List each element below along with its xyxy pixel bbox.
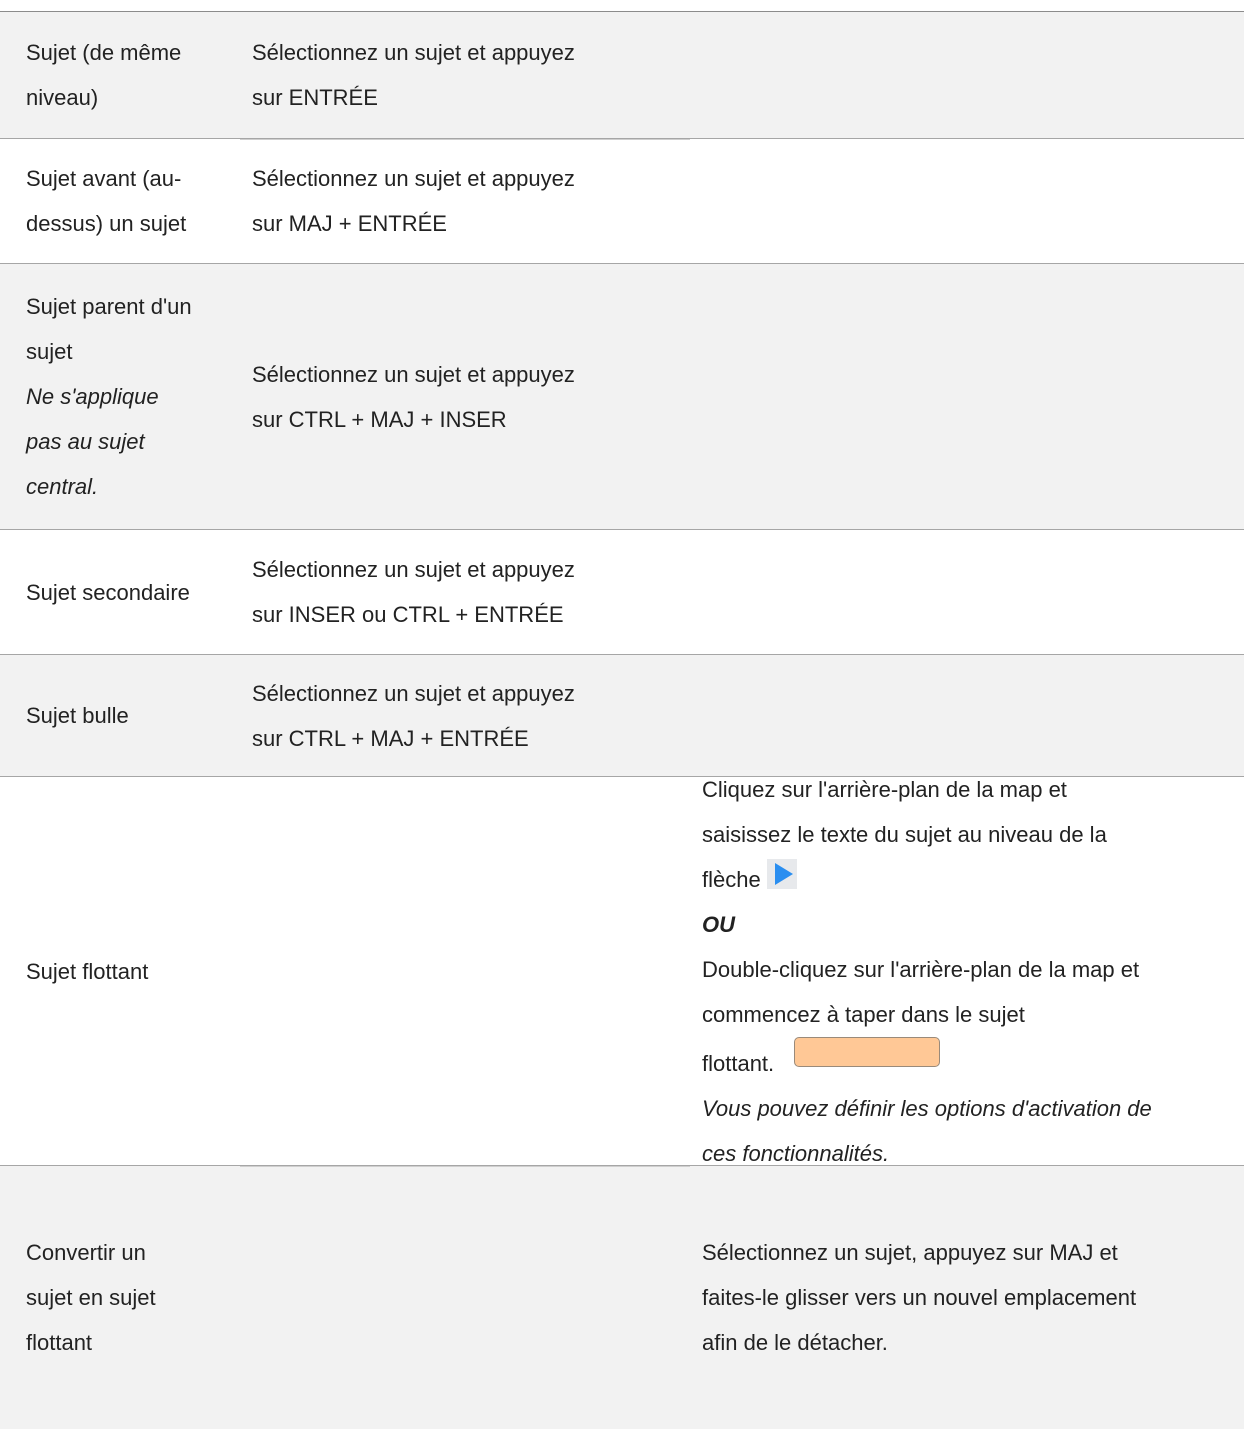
topic-type-line: Sujet flottant [26, 958, 149, 984]
topic-type-line: flottant [26, 1330, 93, 1355]
method-line: afin de le détacher. [702, 1330, 888, 1355]
method-line: Sélectionnez un sujet et appuyez [252, 557, 575, 582]
method-line: Double-cliquez sur l'arrière-plan de la … [702, 956, 1140, 982]
topic-type-cell: Sujet (de même niveau) [26, 12, 231, 138]
method-note-line: Vous pouvez définir les options d'activa… [702, 1095, 1152, 1121]
method-line: Sélectionnez un sujet et appuyez [252, 166, 575, 191]
topic-type-line: Sujet secondaire [26, 579, 190, 605]
method-cell: Sélectionnez un sujet, appuyez sur MAJ e… [702, 1166, 1244, 1429]
topic-type-line: dessus) un sujet [26, 211, 187, 236]
method-cell: Sélectionnez un sujet et appuyez sur ENT… [252, 12, 682, 138]
table-row: Sujet avant (au- dessus) un sujet Sélect… [0, 139, 1244, 264]
method-line: sur CTRL + MAJ + ENTRÉE [252, 725, 529, 751]
method-line: sur MAJ + ENTRÉE [252, 211, 447, 236]
table-row: Sujet parent d'un sujet Ne s'applique pa… [0, 264, 1244, 530]
table-row: Sujet secondaire Sélectionnez un sujet e… [0, 530, 1244, 655]
floating-topic-icon [794, 1036, 941, 1067]
topic-type-line: sujet en sujet [26, 1285, 156, 1310]
method-line-with-icon: flèche [702, 857, 1244, 902]
table-row: Sujet bulle Sélectionnez un sujet et app… [0, 655, 1244, 777]
method-cell: Sélectionnez un sujet et appuyez sur INS… [252, 530, 682, 654]
or-separator: OU [702, 911, 735, 937]
topic-type-line: Sujet bulle [26, 703, 129, 728]
method-cell: Sélectionnez un sujet et appuyez sur MAJ… [252, 139, 682, 263]
method-line: sur CTRL + MAJ + INSER [252, 406, 507, 432]
method-cell: Cliquez sur l'arrière-plan de la map et … [702, 777, 1244, 1166]
topic-type-line: Sujet avant (au- [26, 166, 182, 191]
topic-type-cell: Convertir un sujet en sujet flottant [26, 1166, 231, 1429]
method-cell: Sélectionnez un sujet et appuyez sur CTR… [252, 264, 682, 529]
topic-type-line: Sujet (de même [26, 40, 182, 65]
topic-type-line: Convertir un [26, 1240, 146, 1265]
topic-type-line: niveau) [26, 85, 99, 110]
blue-right-arrow-icon [766, 858, 797, 889]
method-line: Cliquez sur l'arrière-plan de la map et [702, 776, 1067, 802]
topic-note-line: Ne s'applique [26, 384, 159, 409]
column-divider [240, 1166, 690, 1167]
method-line-with-icon: flottant. [702, 1036, 1244, 1086]
table-row: Sujet (de même niveau) Sélectionnez un s… [0, 12, 1244, 139]
topic-type-cell: Sujet flottant [26, 777, 231, 1165]
topic-type-line: sujet [26, 339, 73, 364]
method-line: sur INSER ou CTRL + ENTRÉE [252, 602, 564, 627]
topic-note-line: central. [26, 474, 99, 499]
table-row: Sujet flottant Cliquez sur l'arrière-pla… [0, 777, 1244, 1166]
method-cell: Sélectionnez un sujet et appuyez sur CTR… [252, 655, 682, 776]
shortcuts-table: Sujet (de même niveau) Sélectionnez un s… [0, 0, 1244, 1429]
topic-type-cell: Sujet bulle [26, 655, 231, 776]
topic-type-cell: Sujet parent d'un sujet Ne s'applique pa… [26, 264, 231, 529]
topic-note-line: pas au sujet [26, 429, 145, 454]
table-row: Convertir un sujet en sujet flottant Sél… [0, 1166, 1244, 1429]
method-line: Sélectionnez un sujet, appuyez sur MAJ e… [702, 1240, 1118, 1265]
arrow-prefix-text: flèche [702, 866, 761, 892]
method-line: Sélectionnez un sujet et appuyez [252, 680, 575, 706]
float-prefix-text: flottant. [702, 1050, 775, 1076]
topic-type-cell: Sujet avant (au- dessus) un sujet [26, 139, 231, 263]
method-line: Sélectionnez un sujet et appuyez [252, 361, 575, 387]
method-line: saisissez le texte du sujet au niveau de… [702, 821, 1107, 847]
method-line: sur ENTRÉE [252, 85, 378, 110]
topic-type-line: Sujet parent d'un [26, 294, 192, 319]
method-line: commencez à taper dans le sujet [702, 1001, 1025, 1027]
topic-type-cell: Sujet secondaire [26, 530, 231, 654]
method-line: faites-le glisser vers un nouvel emplace… [702, 1285, 1137, 1310]
method-line: Sélectionnez un sujet et appuyez [252, 40, 575, 65]
